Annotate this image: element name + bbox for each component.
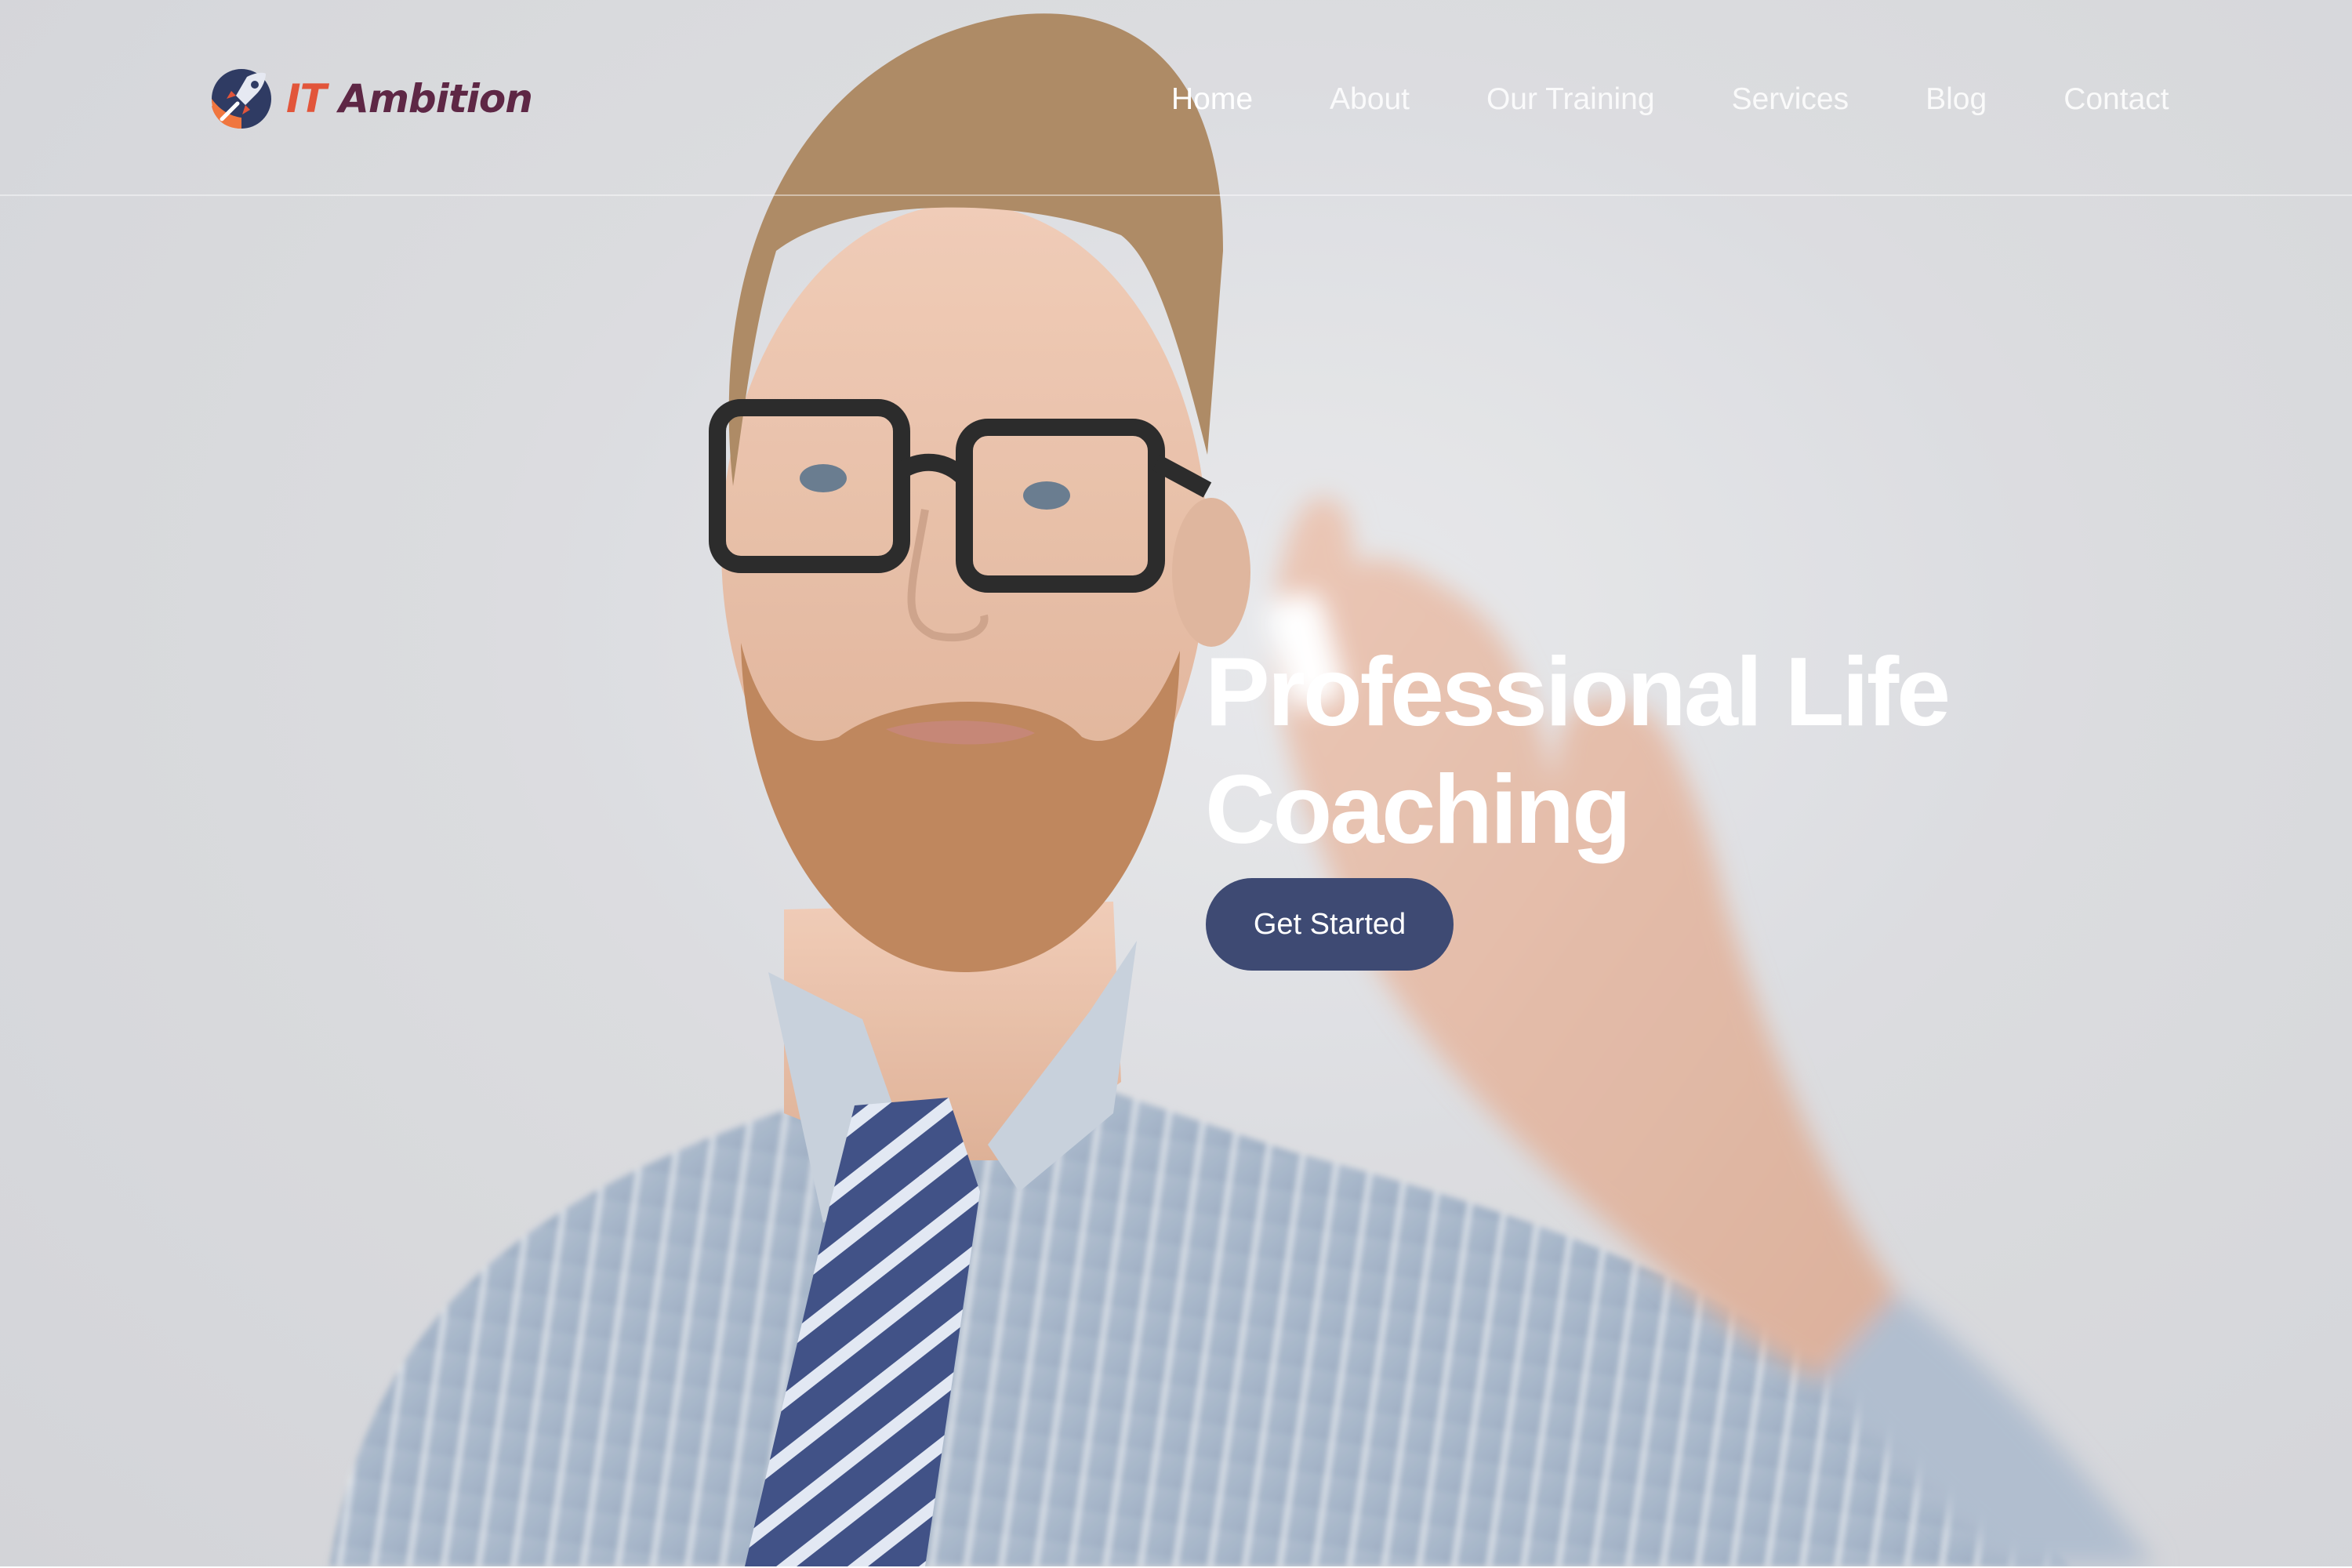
nav-contact[interactable]: Contact <box>2063 82 2169 117</box>
logo-text: IT Ambition <box>286 76 533 122</box>
hero-background-image <box>329 13 2156 1566</box>
nav-about[interactable]: About <box>1330 82 1410 117</box>
nav-our-training[interactable]: Our Training <box>1486 82 1655 117</box>
get-started-button[interactable]: Get Started <box>1206 878 1454 971</box>
nav-home[interactable]: Home <box>1171 82 1253 117</box>
hero-section: IT Ambition Home About Our Training Serv… <box>0 0 2352 1566</box>
nav-services[interactable]: Services <box>1732 82 1849 117</box>
nav-blog[interactable]: Blog <box>1926 82 1987 117</box>
site-header: IT Ambition Home About Our Training Serv… <box>0 0 2352 196</box>
rocket-globe-logo-icon <box>212 69 271 129</box>
main-nav: Home About Our Training Services Blog Co… <box>1171 72 2246 127</box>
hero-title-line1: Professional Life <box>1205 638 1951 746</box>
hero-title-line2: Coaching <box>1205 756 1632 864</box>
logo-text-prefix: IT <box>286 76 327 122</box>
site-logo[interactable]: IT Ambition <box>208 60 533 138</box>
logo-text-main: Ambition <box>339 76 533 122</box>
hero-title: Professional Life Coaching <box>1205 633 1951 869</box>
